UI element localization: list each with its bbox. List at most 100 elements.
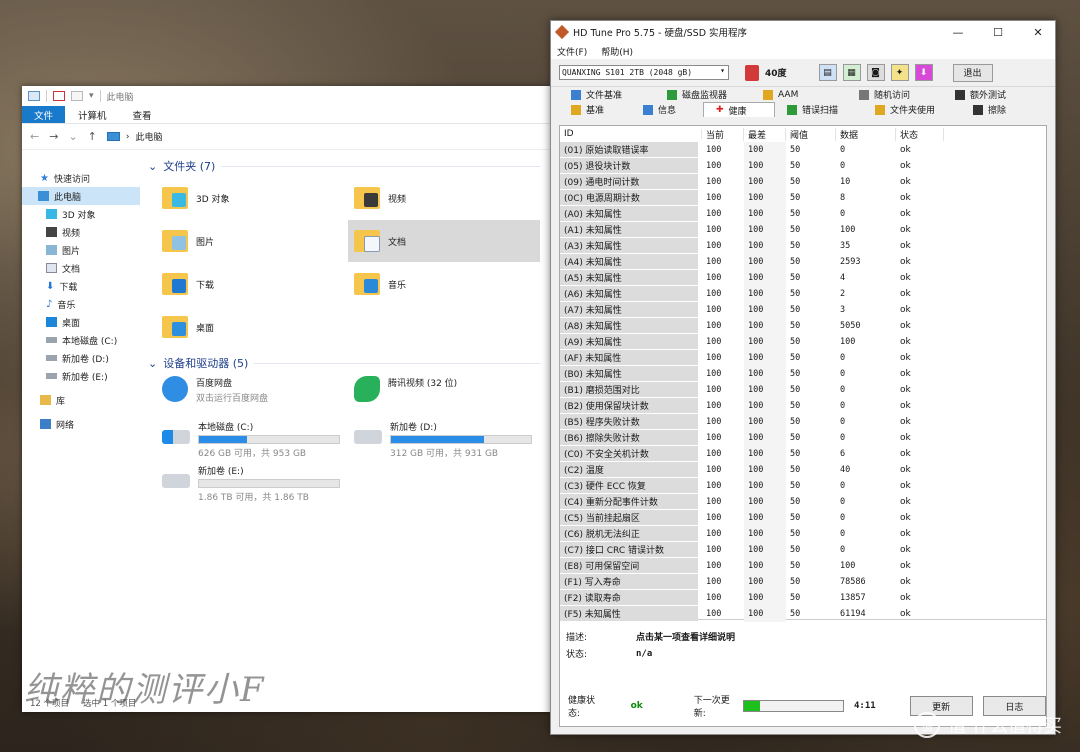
column-header-threshold[interactable]: 阈值 xyxy=(786,127,836,141)
back-arrow-icon[interactable]: ← xyxy=(30,130,39,143)
smart-table-row[interactable]: (01) 原始读取错误率 100 100 50 0 ok xyxy=(560,142,1046,158)
folder-3d-objects[interactable]: 3D 对象 xyxy=(156,177,348,219)
devices-group-header[interactable]: ⌄ 设备和驱动器 (5) xyxy=(148,352,550,374)
nav-item-desktop[interactable]: 桌面 xyxy=(22,313,140,331)
smart-table-row[interactable]: (C6) 脱机无法纠正 100 100 50 0 ok xyxy=(560,526,1046,542)
options-key-icon[interactable]: ✦ xyxy=(890,64,909,81)
smart-table-row[interactable]: (A9) 未知属性 100 100 50 100 ok xyxy=(560,334,1046,350)
smart-table-row[interactable]: (B0) 未知属性 100 100 50 0 ok xyxy=(560,366,1046,382)
menu-help[interactable]: 帮助(H) xyxy=(601,45,633,58)
recent-chevron-icon[interactable]: ⌄ xyxy=(68,130,77,143)
smart-table-row[interactable]: (A0) 未知属性 100 100 50 0 ok xyxy=(560,206,1046,222)
breadcrumb[interactable]: 此电脑 xyxy=(135,130,162,143)
tab-info[interactable]: 信息 xyxy=(631,102,703,117)
minimize-icon[interactable]: — xyxy=(941,21,975,43)
smart-table-row[interactable]: (F2) 读取寿命 100 100 50 13857 ok xyxy=(560,590,1046,606)
smart-table-row[interactable]: (0C) 电源周期计数 100 100 50 8 ok xyxy=(560,190,1046,206)
menu-file[interactable]: 文件(F) xyxy=(557,45,587,58)
smart-table-row[interactable]: (E8) 可用保留空间 100 100 50 100 ok xyxy=(560,558,1046,574)
nav-item-music[interactable]: ♪ 音乐 xyxy=(22,295,140,313)
smart-table-row[interactable]: (A4) 未知属性 100 100 50 2593 ok xyxy=(560,254,1046,270)
new-folder-icon[interactable] xyxy=(71,91,83,101)
chevron-down-icon[interactable]: ⌄ xyxy=(148,160,157,173)
column-header-current[interactable]: 当前 xyxy=(702,127,744,141)
smart-table-row[interactable]: (C7) 接口 CRC 错误计数 100 100 50 0 ok xyxy=(560,542,1046,558)
chevron-down-icon[interactable]: ⌄ xyxy=(148,357,157,370)
ribbon-tab-computer[interactable]: 计算机 xyxy=(65,106,120,123)
smart-table-row[interactable]: (F1) 写入寿命 100 100 50 78586 ok xyxy=(560,574,1046,590)
forward-arrow-icon[interactable]: → xyxy=(49,130,58,143)
smart-table-row[interactable]: (B1) 磨损范围对比 100 100 50 0 ok xyxy=(560,382,1046,398)
folder-pictures[interactable]: 图片 xyxy=(156,220,348,262)
smart-table-row[interactable]: (A7) 未知属性 100 100 50 3 ok xyxy=(560,302,1046,318)
smart-table-row[interactable]: (A1) 未知属性 100 100 50 100 ok xyxy=(560,222,1046,238)
screenshot-camera-icon[interactable]: ◙ xyxy=(866,64,885,81)
tab-erase[interactable]: 擦除 xyxy=(961,102,1031,117)
tab-aam[interactable]: AAM xyxy=(751,87,847,102)
device-drive-d[interactable]: 新加卷 (D:) 312 GB 可用，共 931 GB xyxy=(348,418,540,462)
nav-item-3d-objects[interactable]: 3D 对象 xyxy=(22,205,140,223)
nav-item-drive-d[interactable]: 新加卷 (D:) xyxy=(22,349,140,367)
tab-random-access[interactable]: 随机访问 xyxy=(847,87,943,102)
smart-table-row[interactable]: (05) 退役块计数 100 100 50 0 ok xyxy=(560,158,1046,174)
exit-button[interactable]: 退出 xyxy=(952,63,993,82)
smart-table-row[interactable]: (09) 通电时间计数 100 100 50 10 ok xyxy=(560,174,1046,190)
smart-table-row[interactable]: (A6) 未知属性 100 100 50 2 ok xyxy=(560,286,1046,302)
tab-health[interactable]: ✚ 健康 xyxy=(703,102,775,117)
drive-select[interactable]: QUANXING S101 2TB (2048 gB) ▾ xyxy=(559,65,729,80)
nav-item-pictures[interactable]: 图片 xyxy=(22,241,140,259)
copy-image-icon[interactable]: ▦ xyxy=(842,64,861,81)
nav-item-drive-e[interactable]: 新加卷 (E:) xyxy=(22,367,140,385)
folder-videos[interactable]: 视频 xyxy=(348,177,540,219)
column-header-id[interactable]: ID xyxy=(560,129,702,139)
device-drive-e[interactable]: 新加卷 (E:) 1.86 TB 可用，共 1.86 TB xyxy=(156,462,348,506)
smart-table-row[interactable]: (A5) 未知属性 100 100 50 4 ok xyxy=(560,270,1046,286)
ribbon-tab-file[interactable]: 文件 xyxy=(22,106,66,123)
device-baidu-netdisk[interactable]: 百度网盘 双击运行百度网盘 xyxy=(156,374,348,418)
folder-documents[interactable]: 文档 xyxy=(348,220,540,262)
nav-item-documents[interactable]: 文档 xyxy=(22,259,140,277)
smart-table-row[interactable]: (B5) 程序失败计数 100 100 50 0 ok xyxy=(560,414,1046,430)
tab-folder-usage[interactable]: 文件夹使用 xyxy=(863,102,961,117)
up-arrow-icon[interactable]: ↑ xyxy=(88,130,97,143)
folder-music[interactable]: 音乐 xyxy=(348,263,540,305)
folder-desktop[interactable]: 桌面 xyxy=(156,306,348,348)
smart-table-row[interactable]: (C2) 温度 100 100 50 40 ok xyxy=(560,462,1046,478)
nav-item-this-pc[interactable]: 此电脑 xyxy=(22,187,140,205)
properties-icon[interactable] xyxy=(53,91,65,101)
folders-group-header[interactable]: ⌄ 文件夹 (7) xyxy=(148,155,550,177)
smart-table-row[interactable]: (B2) 使用保留块计数 100 100 50 0 ok xyxy=(560,398,1046,414)
nav-item-drive-c[interactable]: 本地磁盘 (C:) xyxy=(22,331,140,349)
smart-table-row[interactable]: (C3) 硬件 ECC 恢复 100 100 50 0 ok xyxy=(560,478,1046,494)
tab-file-benchmark[interactable]: 文件基准 xyxy=(559,87,655,102)
column-header-status[interactable]: 状态 xyxy=(896,127,944,141)
nav-item-quick-access[interactable]: ★ 快速访问 xyxy=(22,169,140,187)
nav-item-network[interactable]: 网络 xyxy=(22,415,140,433)
nav-item-libraries[interactable]: 库 xyxy=(22,391,140,409)
folder-downloads[interactable]: 下载 xyxy=(156,263,348,305)
column-header-worst[interactable]: 最差 xyxy=(744,127,786,141)
copy-text-icon[interactable]: ▤ xyxy=(818,64,837,81)
close-icon[interactable]: ✕ xyxy=(1021,21,1055,43)
smart-table-row[interactable]: (C4) 重新分配事件计数 100 100 50 0 ok xyxy=(560,494,1046,510)
smart-table-row[interactable]: (C5) 当前挂起扇区 100 100 50 0 ok xyxy=(560,510,1046,526)
smart-table-row[interactable]: (B6) 擦除失败计数 100 100 50 0 ok xyxy=(560,430,1046,446)
smart-table-row[interactable]: (A3) 未知属性 100 100 50 35 ok xyxy=(560,238,1046,254)
column-header-data[interactable]: 数据 xyxy=(836,127,896,141)
save-download-icon[interactable]: ⬇ xyxy=(914,64,933,81)
smart-table-row[interactable]: (C0) 不安全关机计数 100 100 50 6 ok xyxy=(560,446,1046,462)
nav-item-videos[interactable]: 视频 xyxy=(22,223,140,241)
maximize-icon[interactable]: ☐ xyxy=(981,21,1015,43)
smart-table-row[interactable]: (A8) 未知属性 100 100 50 5050 ok xyxy=(560,318,1046,334)
tab-benchmark[interactable]: 基准 xyxy=(559,102,631,117)
device-drive-c[interactable]: 本地磁盘 (C:) 626 GB 可用，共 953 GB xyxy=(156,418,348,462)
address-bar[interactable]: › 此电脑 xyxy=(106,130,163,143)
quick-access-dropdown-icon[interactable]: ▾ xyxy=(89,91,94,101)
nav-item-downloads[interactable]: ⬇ 下载 xyxy=(22,277,140,295)
device-tencent-video[interactable]: 腾讯视频 (32 位) xyxy=(348,374,540,418)
tab-extra-tests[interactable]: 额外测试 xyxy=(943,87,1039,102)
ribbon-tab-view[interactable]: 查看 xyxy=(120,106,165,123)
tab-error-scan[interactable]: 错误扫描 xyxy=(775,102,863,117)
smart-table-row[interactable]: (AF) 未知属性 100 100 50 0 ok xyxy=(560,350,1046,366)
tab-disk-monitor[interactable]: 磁盘监视器 xyxy=(655,87,751,102)
